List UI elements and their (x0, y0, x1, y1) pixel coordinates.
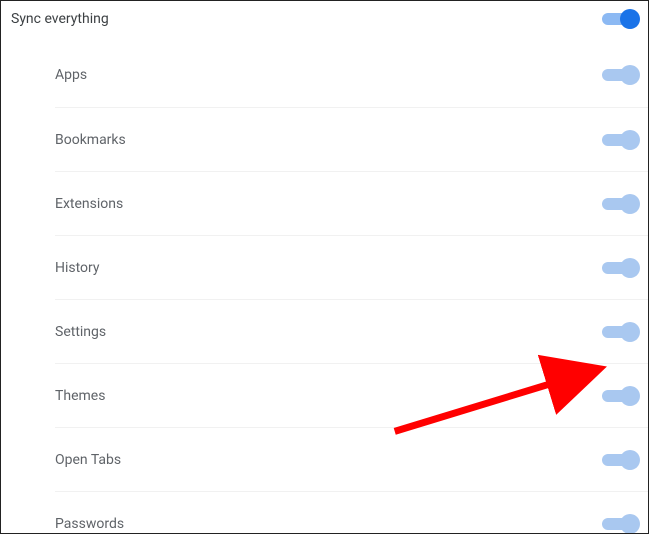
toggle-extensions[interactable] (602, 194, 638, 214)
item-label: Bookmarks (55, 132, 126, 148)
sync-item-extensions: Extensions (55, 171, 648, 235)
item-label: Settings (55, 324, 106, 340)
toggle-passwords[interactable] (602, 514, 638, 534)
sync-everything-label: Sync everything (11, 11, 109, 27)
toggle-thumb (620, 450, 640, 470)
sync-items-list: Apps Bookmarks Extensions History (1, 43, 648, 534)
sync-item-open-tabs: Open Tabs (55, 427, 648, 491)
sync-item-themes: Themes (55, 363, 648, 427)
item-label: Passwords (55, 516, 124, 532)
toggle-settings[interactable] (602, 322, 638, 342)
toggle-themes[interactable] (602, 386, 638, 406)
sync-item-history: History (55, 235, 648, 299)
toggle-apps[interactable] (602, 65, 638, 85)
item-label: Extensions (55, 196, 123, 212)
toggle-thumb (620, 514, 640, 534)
toggle-history[interactable] (602, 258, 638, 278)
sync-settings-panel: Sync everything Apps Bookmarks Extension… (0, 0, 649, 534)
item-label: Apps (55, 67, 87, 83)
item-label: History (55, 260, 100, 276)
toggle-thumb (620, 130, 640, 150)
toggle-thumb (620, 258, 640, 278)
toggle-thumb (620, 386, 640, 406)
sync-item-apps: Apps (55, 43, 648, 107)
toggle-thumb (620, 9, 640, 29)
sync-item-settings: Settings (55, 299, 648, 363)
toggle-open-tabs[interactable] (602, 450, 638, 470)
item-label: Themes (55, 388, 105, 404)
sync-item-bookmarks: Bookmarks (55, 107, 648, 171)
toggle-bookmarks[interactable] (602, 130, 638, 150)
item-label: Open Tabs (55, 452, 121, 468)
sync-everything-row: Sync everything (1, 1, 648, 43)
toggle-thumb (620, 322, 640, 342)
toggle-sync-everything[interactable] (602, 9, 638, 29)
sync-item-passwords: Passwords (55, 491, 648, 534)
toggle-thumb (620, 194, 640, 214)
toggle-thumb (620, 65, 640, 85)
